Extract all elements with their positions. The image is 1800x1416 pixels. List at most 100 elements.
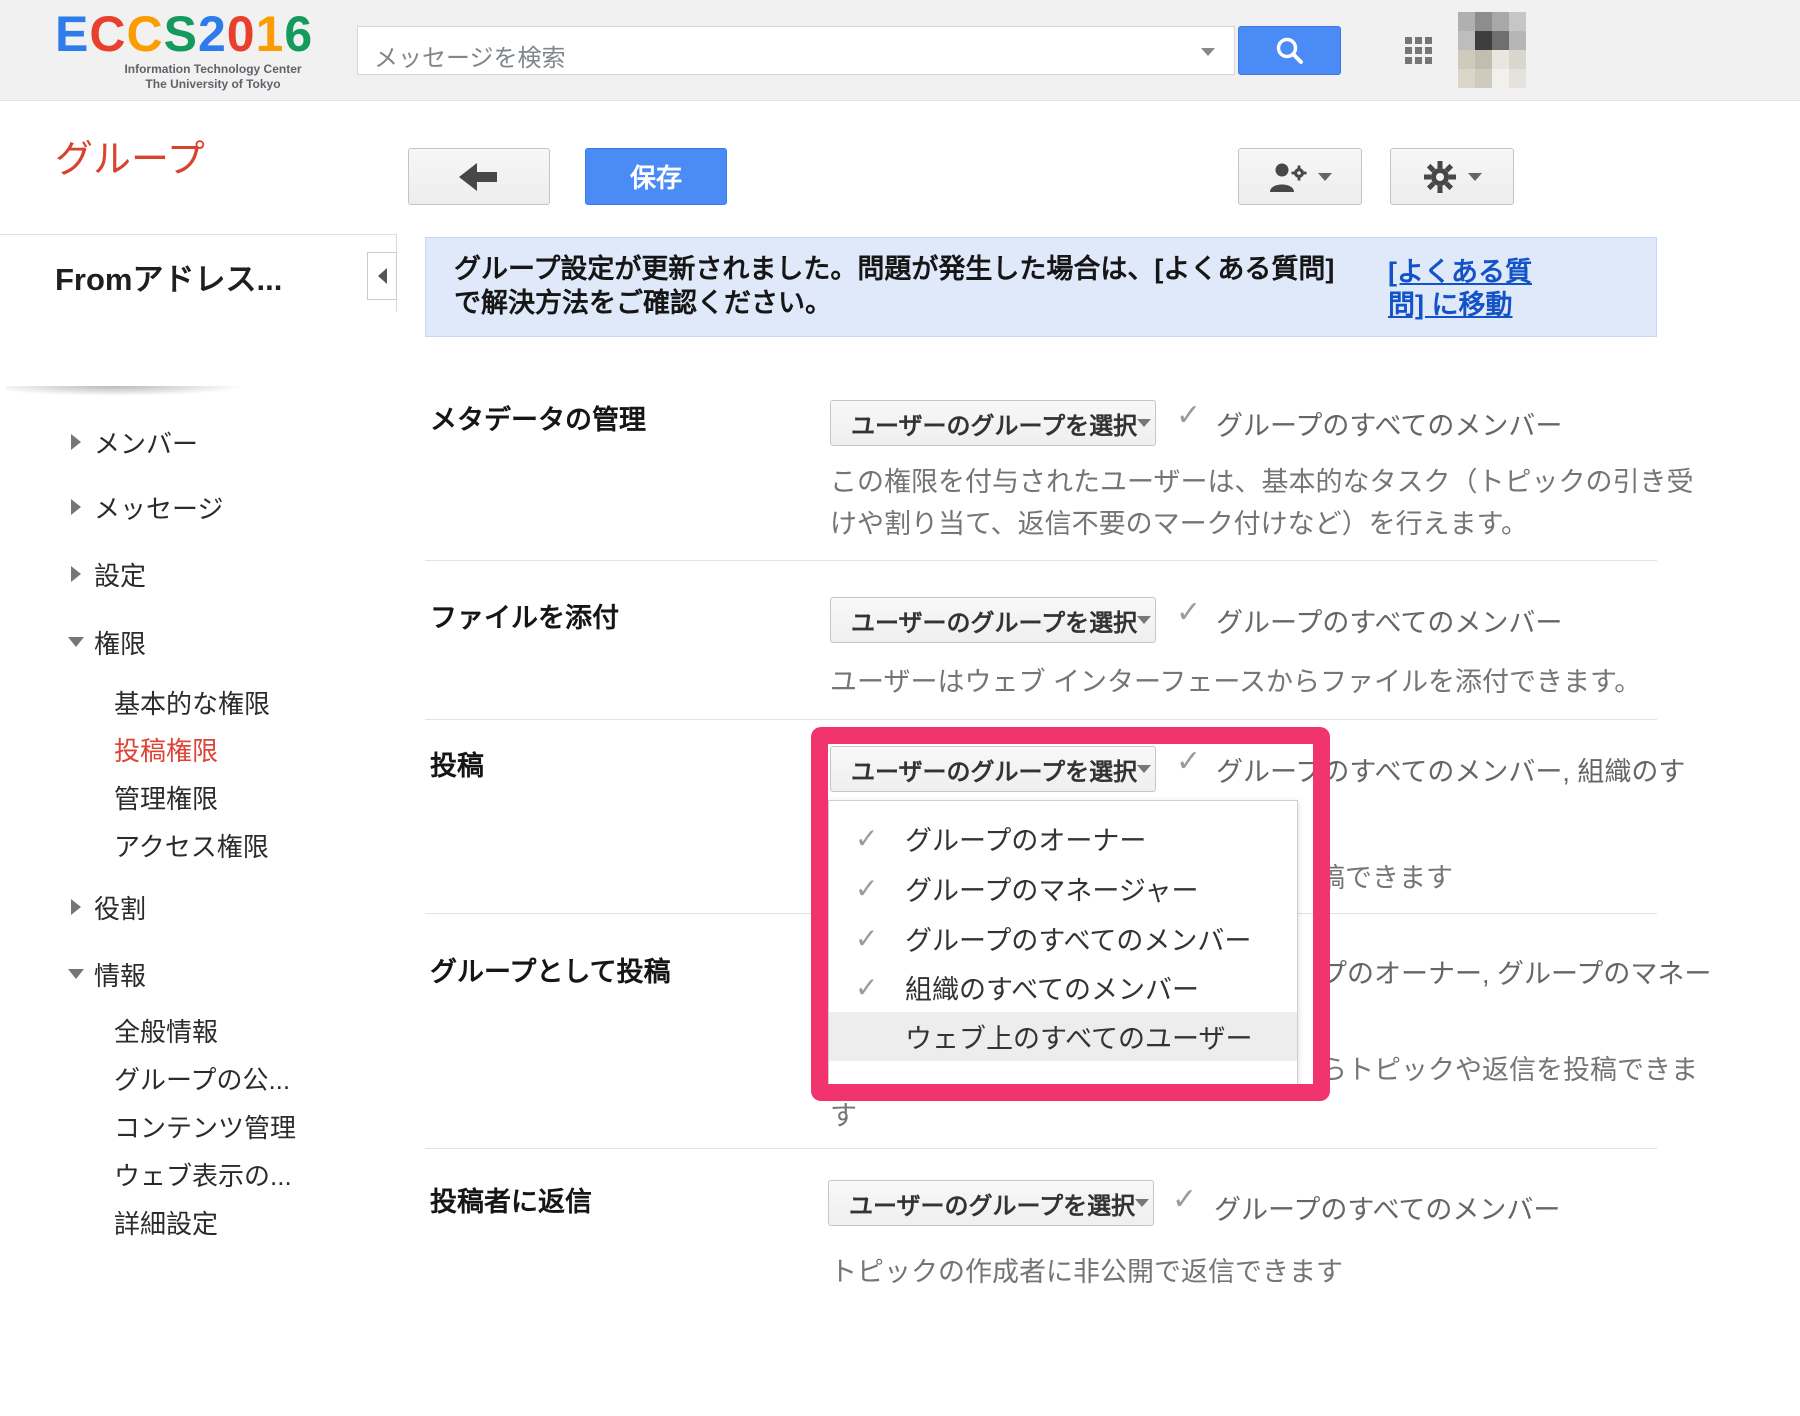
logo-letter: C xyxy=(89,6,126,62)
collapse-down-icon[interactable] xyxy=(58,969,94,979)
dropdown-arrow-icon xyxy=(1137,419,1151,427)
metadata-description-line1: この権限を付与されたユーザーは、基本的なタスク（トピックの引き受 xyxy=(830,460,1693,499)
sidebar-item-roles[interactable]: 役割 xyxy=(0,889,418,925)
sidebar-item-web-display[interactable]: ウェブ表示の... xyxy=(0,1156,474,1192)
sidebar-item-label: メンバー xyxy=(94,424,198,461)
sidebar-item-label: 投稿権限 xyxy=(114,731,218,768)
dropdown-arrow-icon xyxy=(1468,173,1482,181)
reply-description: トピックの作成者に非公開で返信できます xyxy=(830,1250,1343,1289)
annotation-highlight-box xyxy=(811,727,1330,1101)
row-divider xyxy=(425,719,1657,720)
google-groups-settings-page: ECCS2016 Information Technology Center T… xyxy=(0,0,1800,1416)
logo-letter: C xyxy=(126,6,163,62)
reply-selected-value: グループのすべてのメンバー xyxy=(1214,1188,1560,1227)
sidebar-item-label: 役割 xyxy=(94,889,146,926)
row-label-post-as-group: グループとして投稿 xyxy=(430,950,671,989)
sidebar-item-label: 権限 xyxy=(94,624,146,661)
sidebar-item-members[interactable]: メンバー xyxy=(0,424,418,460)
dropdown-arrow-icon xyxy=(1318,173,1332,181)
expand-right-icon[interactable] xyxy=(58,899,94,915)
banner-message-line2: で解決方法をご確認ください。 xyxy=(454,286,1414,320)
attach-description: ユーザーはウェブ インターフェースからファイルを添付できます。 xyxy=(830,660,1641,699)
sidebar-item-information[interactable]: 情報 xyxy=(0,956,418,992)
logo-subtitle-line2: The University of Tokyo xyxy=(88,77,338,92)
banner-message: グループ設定が更新されました。問題が発生した場合は、[よくある質問] で解決方法… xyxy=(454,252,1414,320)
settings-menu-button[interactable] xyxy=(1390,148,1514,205)
sidebar-header-shadow xyxy=(6,386,316,400)
expand-right-icon[interactable] xyxy=(58,566,94,582)
post-as-group-value-fragment: プのオーナー, グループのマネー xyxy=(1320,952,1711,991)
sidebar-item-label: 全般情報 xyxy=(114,1012,218,1049)
search-placeholder: メッセージを検索 xyxy=(374,38,566,73)
sidebar-item-label: 設定 xyxy=(94,556,146,593)
page-title: グループ xyxy=(55,128,205,183)
search-icon xyxy=(1273,34,1307,68)
sidebar-item-label: 管理権限 xyxy=(114,779,218,816)
search-input[interactable]: メッセージを検索 xyxy=(357,26,1235,75)
sidebar-item-advanced-settings[interactable]: 詳細設定 xyxy=(0,1204,474,1240)
members-menu-button[interactable] xyxy=(1238,148,1362,205)
logo-letter: E xyxy=(55,6,89,62)
sidebar-item-label: メッセージ xyxy=(94,489,223,526)
sidebar-item-general-info[interactable]: 全般情報 xyxy=(0,1012,474,1048)
logo-letter: 0 xyxy=(227,6,256,62)
update-notification-banner: グループ設定が更新されました。問題が発生した場合は、[よくある質問] で解決方法… xyxy=(425,237,1657,337)
gear-icon xyxy=(1422,159,1458,195)
sidebar-item-posting-permissions[interactable]: 投稿権限 xyxy=(0,731,474,767)
select-label: ユーザーのグループを選択 xyxy=(851,406,1137,441)
avatar[interactable] xyxy=(1458,12,1526,88)
logo-letter: 2 xyxy=(198,6,227,62)
sidebar-top-border xyxy=(0,234,396,235)
sidebar-item-label: 詳細設定 xyxy=(114,1204,218,1241)
sidebar-item-label: ウェブ表示の... xyxy=(114,1156,292,1193)
search-options-arrow-icon[interactable] xyxy=(1201,48,1215,56)
sidebar-item-label: 情報 xyxy=(94,956,146,993)
logo-subtitle-line1: Information Technology Center xyxy=(88,62,338,77)
banner-message-line1: グループ設定が更新されました。問題が発生した場合は、[よくある質問] xyxy=(454,252,1414,286)
sidebar-item-group-visibility[interactable]: グループの公... xyxy=(0,1060,474,1096)
select-label: ユーザーのグループを選択 xyxy=(851,603,1137,638)
row-label-attach: ファイルを添付 xyxy=(430,596,619,635)
check-icon: ✓ xyxy=(1172,1182,1197,1217)
sidebar-item-access-permissions[interactable]: アクセス権限 xyxy=(0,827,474,863)
post-as-group-description-fragment: らトピックや返信を投稿できま xyxy=(1320,1048,1698,1087)
row-divider xyxy=(425,1148,1657,1149)
collapse-down-icon[interactable] xyxy=(58,637,94,647)
attach-group-select[interactable]: ユーザーのグループを選択 xyxy=(830,597,1156,643)
sidebar-item-label: グループの公... xyxy=(114,1060,290,1097)
back-arrow-icon xyxy=(457,161,501,193)
collapse-left-icon xyxy=(378,268,387,284)
row-label-metadata: メタデータの管理 xyxy=(430,398,646,437)
sidebar-collapse-button[interactable] xyxy=(367,252,397,300)
logo-letter: S xyxy=(164,6,198,62)
attach-selected-value: グループのすべてのメンバー xyxy=(1216,601,1562,640)
row-label-post: 投稿 xyxy=(430,744,484,783)
check-icon: ✓ xyxy=(1176,595,1201,630)
sidebar-item-permissions[interactable]: 権限 xyxy=(0,624,418,660)
sidebar-item-basic-permissions[interactable]: 基本的な権限 xyxy=(0,684,474,720)
group-name-title: Fromアドレス... xyxy=(55,254,282,299)
sidebar-item-settings[interactable]: 設定 xyxy=(0,556,418,592)
dropdown-arrow-icon xyxy=(1135,1199,1149,1207)
logo-letter: 6 xyxy=(284,6,313,62)
expand-right-icon[interactable] xyxy=(58,434,94,450)
metadata-group-select[interactable]: ユーザーのグループを選択 xyxy=(830,400,1156,446)
reply-group-select[interactable]: ユーザーのグループを選択 xyxy=(828,1180,1154,1226)
sidebar-item-label: 基本的な権限 xyxy=(114,684,270,721)
row-label-reply: 投稿者に返信 xyxy=(430,1180,592,1219)
person-gear-icon xyxy=(1268,160,1308,194)
faq-link[interactable]: [よくある質問] に移動 xyxy=(1388,256,1566,322)
save-button[interactable]: 保存 xyxy=(585,148,727,205)
expand-right-icon[interactable] xyxy=(58,499,94,515)
save-button-label: 保存 xyxy=(630,158,682,195)
select-label: ユーザーのグループを選択 xyxy=(849,1186,1135,1221)
search-button[interactable] xyxy=(1238,26,1341,75)
sidebar-item-label: アクセス権限 xyxy=(114,827,269,864)
metadata-selected-value: グループのすべてのメンバー xyxy=(1216,404,1562,443)
sidebar-item-messages[interactable]: メッセージ xyxy=(0,489,418,525)
apps-grid-icon[interactable] xyxy=(1405,37,1434,66)
sidebar-item-content-management[interactable]: コンテンツ管理 xyxy=(0,1108,474,1144)
back-button[interactable] xyxy=(408,148,550,205)
sidebar-item-moderation-permissions[interactable]: 管理権限 xyxy=(0,779,474,815)
sidebar-item-label: コンテンツ管理 xyxy=(114,1108,296,1145)
